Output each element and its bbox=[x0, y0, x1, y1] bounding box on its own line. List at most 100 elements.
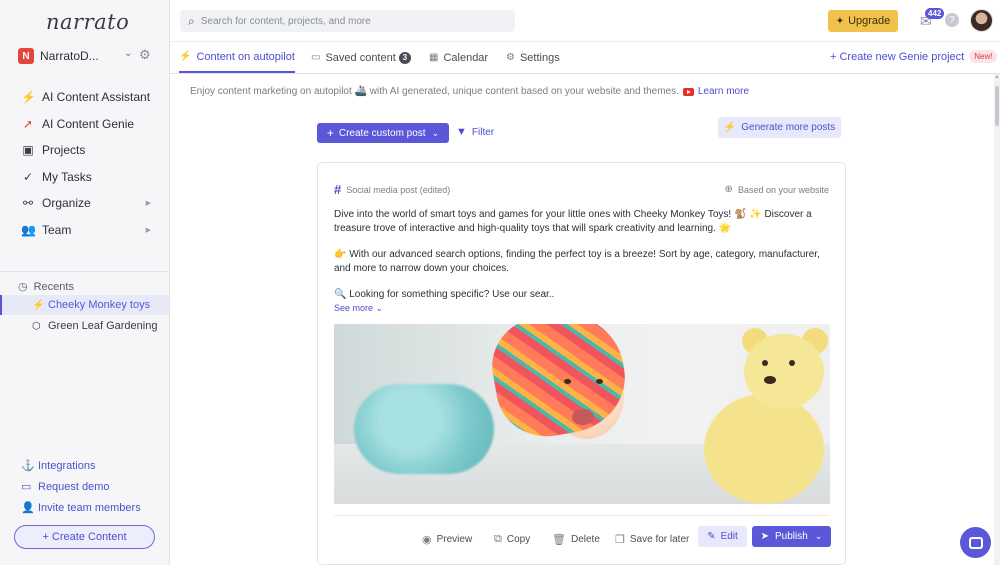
caret-right-icon: ▶ bbox=[145, 200, 151, 208]
organize-icon: ⚯ bbox=[22, 196, 34, 211]
lightning-icon: ⚡ bbox=[723, 122, 737, 133]
sidebar-item-projects[interactable]: ▣ Projects bbox=[0, 137, 169, 164]
post-paragraph: Dive into the world of smart toys and ga… bbox=[334, 209, 812, 234]
sidebar: narrato N NarratoD... ⌄ ⚙ ⚡ AI Content A… bbox=[0, 0, 170, 565]
tab-calendar[interactable]: ▦ Calendar bbox=[429, 42, 488, 73]
send-icon: ➤ bbox=[760, 531, 770, 542]
new-badge: New! bbox=[969, 50, 998, 63]
search-icon: ⌕ bbox=[188, 13, 195, 28]
post-type: # Social media post (edited) bbox=[334, 182, 450, 197]
tab-saved-content[interactable]: ▭ Saved content 3 bbox=[311, 42, 411, 73]
save-for-later-button[interactable]: ❐ Save for later bbox=[615, 529, 689, 549]
create-content-button[interactable]: + Create Content bbox=[14, 525, 155, 549]
edit-button[interactable]: ✎ Edit bbox=[698, 526, 747, 547]
tab-content-on-autopilot[interactable]: ⚡ Content on autopilot bbox=[179, 42, 295, 73]
help-icon[interactable]: ? bbox=[945, 13, 959, 27]
image-baby-mouth bbox=[572, 409, 594, 425]
publish-button[interactable]: ➤ Publish ⌄ bbox=[752, 526, 831, 547]
tab-label: Settings bbox=[519, 51, 560, 64]
mail-count-badge: 442 bbox=[925, 8, 945, 19]
edit-label: Edit bbox=[720, 531, 738, 542]
copy-label: Copy bbox=[506, 533, 531, 545]
generate-more-posts-button[interactable]: ⚡ Generate more posts bbox=[718, 117, 841, 138]
delete-button[interactable]: 🗑 Delete bbox=[552, 529, 600, 549]
check-icon: ✓ bbox=[22, 169, 34, 184]
request-demo-link[interactable]: ▭ Request demo bbox=[21, 476, 141, 497]
upgrade-button[interactable]: ✦ Upgrade bbox=[828, 10, 898, 32]
top-bar: ⌕ ✦ Upgrade ✉ 442 ? bbox=[170, 0, 1000, 42]
sidebar-item-team[interactable]: 👥 Team ▶ bbox=[0, 217, 169, 244]
image-bear-nose bbox=[764, 376, 776, 384]
sidebar-item-label: Team bbox=[42, 222, 72, 237]
save-label: Save for later bbox=[629, 533, 690, 545]
search-input[interactable] bbox=[200, 15, 501, 27]
chevron-down-icon: ⌄ bbox=[375, 303, 384, 313]
invite-team-members-label: Invite team members bbox=[38, 501, 141, 514]
scrollbar-thumb[interactable] bbox=[995, 86, 999, 126]
post-body: Dive into the world of smart toys and ga… bbox=[334, 208, 829, 315]
image-bear-head bbox=[744, 334, 824, 409]
post-paragraph: 👉 With our advanced search options, find… bbox=[334, 249, 820, 274]
generate-more-label: Generate more posts bbox=[741, 122, 836, 133]
workspace-switcher[interactable]: N NarratoD... ⌄ ⚙ bbox=[18, 46, 158, 66]
tab-bar: ⚡ Content on autopilot ▭ Saved content 3… bbox=[170, 42, 1000, 74]
chat-widget-button[interactable] bbox=[960, 527, 991, 558]
hashtag-icon: # bbox=[334, 182, 342, 197]
recent-item-label: Cheeky Monkey toys bbox=[48, 299, 151, 311]
invite-team-members-link[interactable]: 👤 Invite team members bbox=[21, 497, 141, 518]
preview-button[interactable]: ◉ Preview bbox=[422, 529, 472, 549]
sidebar-divider bbox=[0, 271, 169, 272]
team-icon: 👥 bbox=[21, 222, 36, 237]
gear-icon: ⚙ bbox=[506, 52, 515, 63]
image-bear-eye bbox=[762, 360, 768, 366]
globe-icon: ⊕ bbox=[724, 184, 733, 195]
folder-icon: ▭ bbox=[311, 52, 321, 63]
caret-right-icon: ▶ bbox=[145, 226, 151, 234]
see-more-link[interactable]: See more ⌄ bbox=[334, 303, 383, 314]
sparkle-icon: ✦ bbox=[835, 15, 845, 27]
learn-more-link[interactable]: Learn more bbox=[698, 86, 749, 97]
scrollbar[interactable] bbox=[994, 74, 1000, 565]
sidebar-item-my-tasks[interactable]: ✓ My Tasks bbox=[0, 164, 169, 191]
create-custom-post-button[interactable]: + Create custom post ⌄ bbox=[317, 123, 449, 143]
copy-icon: ⧉ bbox=[494, 532, 502, 545]
copy-button[interactable]: ⧉ Copy bbox=[494, 529, 530, 549]
sidebar-item-label: AI Content Genie bbox=[42, 116, 135, 131]
filter-button[interactable]: ▼ Filter bbox=[456, 126, 494, 138]
create-genie-project-link[interactable]: + Create new Genie project New! bbox=[830, 50, 998, 63]
upgrade-label: Upgrade bbox=[848, 15, 891, 27]
sidebar-item-label: Projects bbox=[42, 143, 86, 158]
preview-label: Preview bbox=[436, 533, 473, 545]
sidebar-item-ai-content-genie[interactable]: ➚ AI Content Genie bbox=[0, 111, 169, 138]
chevron-down-icon[interactable]: ⌄ bbox=[815, 531, 823, 542]
filter-icon: ▼ bbox=[456, 126, 467, 138]
chevron-down-icon[interactable]: ⌄ bbox=[124, 48, 132, 59]
tab-label: Calendar bbox=[443, 51, 489, 64]
image-bear-body bbox=[704, 394, 824, 504]
recent-item-cheeky-monkey-toys[interactable]: ⚡ Cheeky Monkey toys bbox=[0, 295, 169, 315]
sidebar-item-ai-content-assistant[interactable]: ⚡ AI Content Assistant bbox=[0, 84, 169, 111]
lightning-icon: ⚡ bbox=[32, 299, 45, 311]
plus-icon: + bbox=[326, 126, 334, 140]
search-bar[interactable]: ⌕ bbox=[180, 10, 515, 32]
recents-heading: ◷ Recents bbox=[18, 280, 74, 294]
briefcase-icon: ▣ bbox=[22, 143, 34, 158]
eye-icon: ◉ bbox=[422, 533, 432, 546]
youtube-icon[interactable] bbox=[682, 87, 694, 96]
post-card: # Social media post (edited) ⊕ Based on … bbox=[317, 162, 846, 565]
avatar[interactable] bbox=[970, 9, 993, 32]
anchor-icon: ⚓ bbox=[21, 460, 35, 472]
scroll-up-arrow-icon[interactable]: ▲ bbox=[994, 74, 1000, 80]
image-baby-eye bbox=[564, 379, 571, 384]
recent-item-green-leaf-gardening[interactable]: ⬡ Green Leaf Gardening bbox=[0, 316, 169, 336]
tab-label: Content on autopilot bbox=[196, 50, 295, 63]
post-image bbox=[334, 324, 830, 504]
tab-settings[interactable]: ⚙ Settings bbox=[506, 42, 560, 73]
gear-icon[interactable]: ⚙ bbox=[139, 47, 151, 63]
narrato-logo[interactable]: narrato bbox=[46, 10, 129, 34]
bookmark-icon: ❐ bbox=[615, 533, 625, 546]
integrations-link[interactable]: ⚓ Integrations bbox=[21, 455, 141, 476]
chat-icon bbox=[968, 536, 983, 549]
sidebar-item-organize[interactable]: ⚯ Organize ▶ bbox=[0, 190, 169, 217]
sidebar-item-label: My Tasks bbox=[42, 169, 92, 184]
